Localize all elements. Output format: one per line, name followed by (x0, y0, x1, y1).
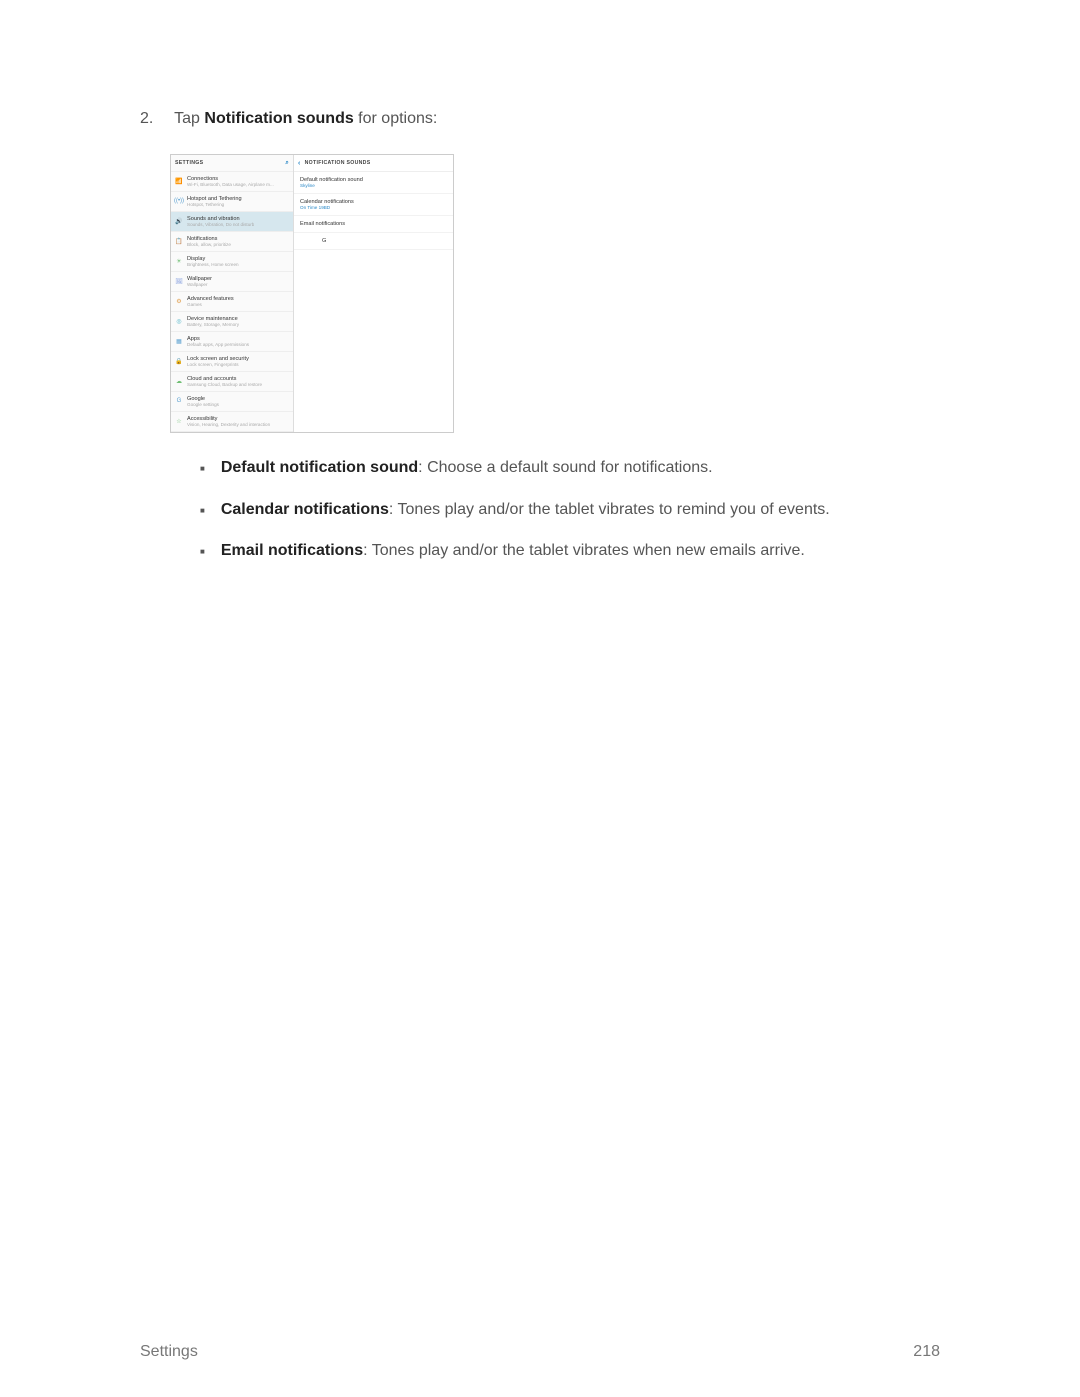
settings-item-subtitle: Block, allow, prioritize (187, 242, 231, 247)
settings-item-icon: ◎ (175, 317, 183, 325)
bullet-marker-icon: ■ (200, 463, 205, 481)
settings-item-icon: ⚙ (175, 297, 183, 305)
settings-item-subtitle: Wallpaper (187, 282, 212, 287)
bullet-text: Email notifications: Tones play and/or t… (221, 538, 805, 564)
settings-item-icon: 🔒 (175, 357, 183, 365)
footer-page-number: 218 (913, 1343, 940, 1361)
settings-item-text: Hotspot and TetheringHotspot, Tethering (187, 196, 242, 207)
detail-item-title: Email notifications (300, 221, 447, 227)
settings-item-subtitle: Wi-Fi, Bluetooth, Data usage, Airplane m… (187, 182, 274, 187)
bullet-item: ■ Default notification sound: Choose a de… (200, 455, 940, 481)
detail-item[interactable]: G (294, 233, 453, 250)
settings-item-icon: ▦ (175, 337, 183, 345)
settings-item-text: Lock screen and securityLock screen, Fin… (187, 356, 249, 367)
settings-item-text: NotificationsBlock, allow, prioritize (187, 236, 231, 247)
screenshot: SETTINGS ⌕ 📶 ConnectionsWi-Fi, Bluetooth,… (170, 154, 454, 433)
settings-item[interactable]: ⚙ Advanced featuresGames (171, 292, 293, 312)
bullet-rest: : Choose a default sound for notificatio… (418, 459, 712, 476)
settings-pane: SETTINGS ⌕ 📶 ConnectionsWi-Fi, Bluetooth,… (171, 155, 294, 432)
bullet-text: Default notification sound: Choose a def… (221, 455, 713, 481)
settings-header: SETTINGS ⌕ (171, 155, 293, 172)
page: 2. Tap Notification sounds for options: … (0, 0, 1080, 1397)
settings-item-icon: ☆ (175, 417, 183, 425)
settings-item-text: Sounds and vibrationSounds, Vibration, D… (187, 216, 254, 227)
settings-item[interactable]: G GoogleGoogle settings (171, 392, 293, 412)
step-number: 2. (140, 110, 170, 128)
settings-item-icon: ((•)) (175, 197, 183, 205)
settings-item[interactable]: 🖼 WallpaperWallpaper (171, 272, 293, 292)
settings-item-subtitle: Battery, Storage, Memory (187, 322, 239, 327)
bullet-marker-icon: ■ (200, 505, 205, 523)
step-bold1: Notification (204, 110, 296, 127)
detail-item[interactable]: Calendar notificationsOn Time 19BD (294, 194, 453, 216)
settings-item-text: AccessibilityVision, Hearing, Dexterity … (187, 416, 270, 427)
settings-list: 📶 ConnectionsWi-Fi, Bluetooth, Data usage… (171, 172, 293, 432)
settings-item-text: GoogleGoogle settings (187, 396, 219, 407)
bullet-bold: Default notification sound (221, 459, 418, 476)
bullet-rest: : Tones play and/or the tablet vibrates … (389, 501, 830, 518)
detail-item[interactable]: Email notifications (294, 216, 453, 233)
settings-item[interactable]: ▦ AppsDefault apps, App permissions (171, 332, 293, 352)
settings-item-text: ConnectionsWi-Fi, Bluetooth, Data usage,… (187, 176, 274, 187)
settings-item[interactable]: 🔊 Sounds and vibrationSounds, Vibration, … (171, 212, 293, 232)
settings-item-icon: G (175, 397, 183, 405)
settings-item-subtitle: Google settings (187, 402, 219, 407)
settings-item-icon: ☀ (175, 257, 183, 265)
bullet-item: ■ Email notifications: Tones play and/or … (200, 538, 940, 564)
settings-item-subtitle: Samsung Cloud, Backup and restore (187, 382, 262, 387)
step-prefix: Tap (174, 110, 204, 127)
detail-item[interactable]: Default notification soundSkyline (294, 172, 453, 194)
bullet-text: Calendar notifications: Tones play and/o… (221, 497, 830, 523)
settings-item[interactable]: 📋 NotificationsBlock, allow, prioritize (171, 232, 293, 252)
settings-item-icon: 🖼 (175, 277, 183, 285)
detail-item-subtitle: On Time 19BD (300, 205, 447, 210)
settings-item-icon: ☁ (175, 377, 183, 385)
settings-item-subtitle: Sounds, Vibration, Do not disturb (187, 222, 254, 227)
settings-item-text: WallpaperWallpaper (187, 276, 212, 287)
settings-item-text: Advanced featuresGames (187, 296, 234, 307)
settings-item[interactable]: 🔒 Lock screen and securityLock screen, Fi… (171, 352, 293, 372)
detail-list: Default notification soundSkylineCalenda… (294, 172, 453, 250)
bullet-rest: : Tones play and/or the tablet vibrates … (363, 542, 805, 559)
settings-item-icon: 🔊 (175, 217, 183, 225)
detail-pane: ‹ NOTIFICATION SOUNDS Default notificati… (294, 155, 453, 432)
step-bold2: sounds (297, 110, 354, 127)
settings-item-text: Device maintenanceBattery, Storage, Memo… (187, 316, 239, 327)
bullet-bold: Email notifications (221, 542, 363, 559)
bullets: ■ Default notification sound: Choose a de… (200, 455, 940, 564)
bullet-marker-icon: ■ (200, 546, 205, 564)
settings-item[interactable]: ☀ DisplayBrightness, Home screen (171, 252, 293, 272)
settings-item-subtitle: Default apps, App permissions (187, 342, 249, 347)
settings-item[interactable]: 📶 ConnectionsWi-Fi, Bluetooth, Data usage… (171, 172, 293, 192)
bullet-bold: Calendar notifications (221, 501, 389, 518)
settings-item[interactable]: ☆ AccessibilityVision, Hearing, Dexterity… (171, 412, 293, 432)
settings-item-subtitle: Hotspot, Tethering (187, 202, 242, 207)
settings-item[interactable]: ((•)) Hotspot and TetheringHotspot, Tethe… (171, 192, 293, 212)
step-line: 2. Tap Notification sounds for options: (140, 110, 940, 128)
settings-item-text: Cloud and accountsSamsung Cloud, Backup … (187, 376, 262, 387)
settings-item[interactable]: ◎ Device maintenanceBattery, Storage, Mem… (171, 312, 293, 332)
step-suffix: for options: (354, 110, 438, 127)
settings-item-subtitle: Brightness, Home screen (187, 262, 239, 267)
footer: Settings 218 (140, 1343, 940, 1361)
settings-item-icon: 📋 (175, 237, 183, 245)
settings-item-subtitle: Games (187, 302, 234, 307)
detail-item-title: G (322, 238, 447, 244)
bullet-item: ■ Calendar notifications: Tones play and/… (200, 497, 940, 523)
settings-item-icon: 📶 (175, 177, 183, 185)
settings-item[interactable]: ☁ Cloud and accountsSamsung Cloud, Backup… (171, 372, 293, 392)
settings-item-text: DisplayBrightness, Home screen (187, 256, 239, 267)
settings-item-subtitle: Lock screen, Fingerprints (187, 362, 249, 367)
detail-header-label: NOTIFICATION SOUNDS (305, 160, 371, 166)
search-icon[interactable]: ⌕ (285, 160, 289, 167)
back-icon[interactable]: ‹ (298, 160, 301, 167)
settings-item-subtitle: Vision, Hearing, Dexterity and interacti… (187, 422, 270, 427)
footer-section: Settings (140, 1343, 198, 1361)
settings-item-text: AppsDefault apps, App permissions (187, 336, 249, 347)
settings-header-label: SETTINGS (175, 160, 203, 166)
detail-item-subtitle: Skyline (300, 183, 447, 188)
detail-header: ‹ NOTIFICATION SOUNDS (294, 155, 453, 172)
